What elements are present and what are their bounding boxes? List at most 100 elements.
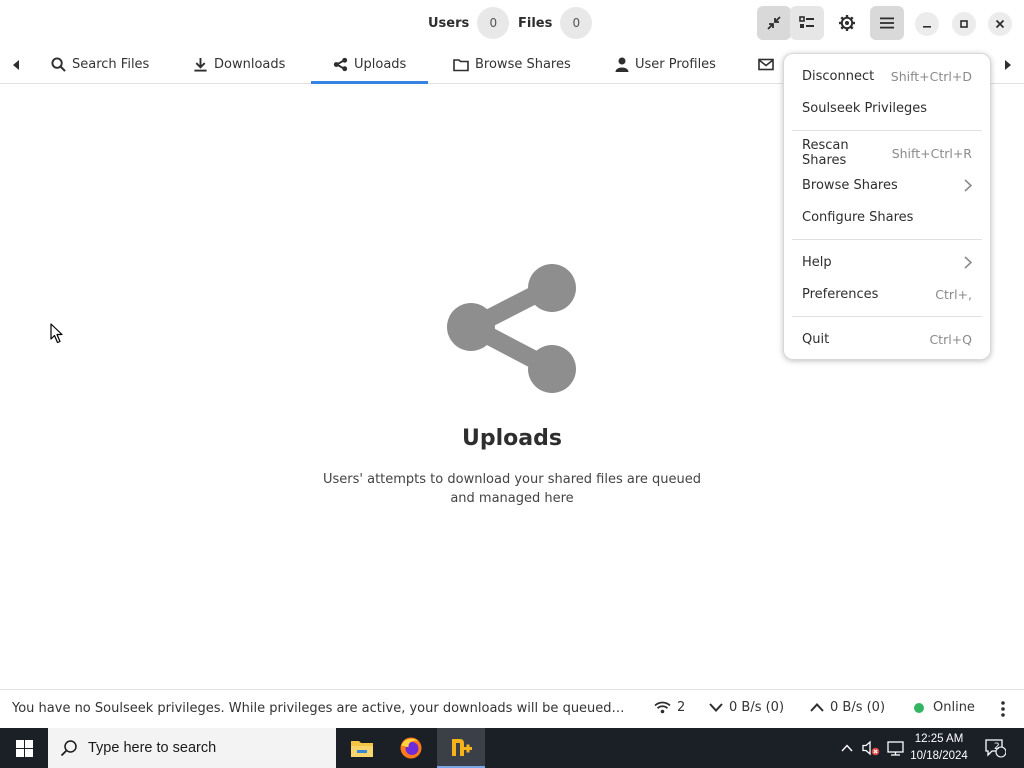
taskbar-nicotine[interactable] bbox=[437, 728, 485, 768]
show-hidden-icons-button[interactable] bbox=[838, 728, 856, 768]
menu-item-label: Configure Shares bbox=[802, 209, 914, 225]
tab-downloads[interactable]: Downloads bbox=[193, 46, 285, 83]
close-button[interactable] bbox=[988, 12, 1012, 36]
mail-icon bbox=[758, 58, 774, 71]
upload-speed-indicator[interactable]: 0 B/s (0) bbox=[810, 700, 885, 715]
menu-item-help[interactable]: Help bbox=[791, 246, 983, 278]
tab-user-profiles[interactable]: User Profiles bbox=[615, 46, 716, 83]
taskbar-clock[interactable]: 12:25 AM 10/18/2024 bbox=[904, 731, 974, 765]
tab-label: Search Files bbox=[72, 57, 150, 72]
collapse-arrows-icon bbox=[767, 16, 781, 30]
network-monitor-icon bbox=[886, 740, 904, 756]
menu-item-soulseek-privileges[interactable]: Soulseek Privileges bbox=[791, 92, 983, 124]
tab-private-chat[interactable] bbox=[758, 46, 774, 83]
status-bar-menu-button[interactable] bbox=[1000, 700, 1006, 718]
action-center-button[interactable]: 2 bbox=[978, 728, 1012, 768]
search-icon bbox=[60, 740, 77, 757]
menu-item-rescan-shares[interactable]: Rescan Shares Shift+Ctrl+R bbox=[791, 137, 983, 169]
preferences-button[interactable] bbox=[830, 6, 864, 40]
menu-separator bbox=[792, 239, 982, 240]
menu-item-label: Help bbox=[802, 254, 832, 270]
tabs-scroll-right-button[interactable] bbox=[1000, 57, 1016, 73]
menu-item-quit[interactable]: Quit Ctrl+Q bbox=[791, 323, 983, 355]
gear-icon bbox=[839, 15, 855, 31]
main-menu-button[interactable] bbox=[870, 6, 904, 40]
menu-item-configure-shares[interactable]: Configure Shares bbox=[791, 201, 983, 233]
list-view-button[interactable] bbox=[790, 6, 824, 40]
clock-time: 12:25 AM bbox=[914, 733, 964, 745]
menu-item-shortcut: Ctrl+Q bbox=[929, 331, 972, 347]
chevron-up-icon bbox=[841, 744, 853, 752]
menu-item-label: Rescan Shares bbox=[802, 138, 849, 168]
tab-browse-shares[interactable]: Browse Shares bbox=[453, 46, 571, 83]
main-menu-popover: Disconnect Shift+Ctrl+D Soulseek Privile… bbox=[783, 53, 991, 360]
users-counter: Users 0 bbox=[428, 7, 510, 39]
taskbar-search-box[interactable]: Type here to search bbox=[48, 728, 336, 768]
users-label: Users bbox=[428, 15, 470, 31]
windows-taskbar: Type here to search 12:25 AM 10/18/2024 … bbox=[0, 728, 1024, 768]
connections-count: 2 bbox=[677, 700, 686, 715]
speaker-muted-icon bbox=[862, 740, 880, 756]
chevron-down-icon bbox=[709, 703, 723, 712]
volume-tray-button[interactable] bbox=[860, 728, 882, 768]
clock-date: 10/18/2024 bbox=[910, 750, 968, 762]
header-bar: Users 0 Files 0 bbox=[0, 0, 1024, 46]
chevron-up-icon bbox=[810, 703, 824, 712]
menu-item-browse-shares[interactable]: Browse Shares bbox=[791, 169, 983, 201]
menu-item-label: Disconnect bbox=[802, 68, 875, 84]
status-bar: You have no Soulseek privileges. While p… bbox=[0, 689, 1024, 728]
notification-count-badge: 2 bbox=[994, 742, 1000, 752]
empty-state-title: Uploads bbox=[462, 426, 562, 451]
tab-search-files[interactable]: Search Files bbox=[51, 46, 149, 83]
list-icon bbox=[799, 16, 814, 28]
windows-logo-icon bbox=[15, 739, 33, 757]
minimize-button[interactable] bbox=[915, 12, 939, 36]
download-icon bbox=[194, 57, 207, 72]
close-icon bbox=[995, 19, 1005, 29]
compact-mode-button[interactable] bbox=[757, 6, 791, 40]
nicotine-window: Users 0 Files 0 Search Files Downloads U… bbox=[0, 0, 1024, 728]
empty-state-description: Users' attempts to download your shared … bbox=[323, 472, 701, 506]
tab-label: Uploads bbox=[354, 57, 407, 72]
maximize-icon bbox=[960, 20, 968, 28]
menu-item-preferences[interactable]: Preferences Ctrl+, bbox=[791, 278, 983, 310]
tab-uploads[interactable]: Uploads bbox=[310, 46, 429, 84]
share-icon bbox=[447, 264, 576, 393]
start-button[interactable] bbox=[0, 728, 48, 768]
menu-item-label: Quit bbox=[802, 331, 830, 347]
connection-status[interactable]: Online bbox=[914, 700, 975, 715]
menu-item-shortcut: Ctrl+, bbox=[935, 286, 972, 302]
menu-item-shortcut: Shift+Ctrl+D bbox=[890, 68, 972, 84]
download-speed: 0 B/s (0) bbox=[729, 700, 785, 715]
files-counter: Files 0 bbox=[518, 7, 593, 39]
menu-item-shortcut: Shift+Ctrl+R bbox=[891, 145, 972, 161]
download-speed-indicator[interactable]: 0 B/s (0) bbox=[709, 700, 784, 715]
more-vertical-icon bbox=[1001, 701, 1005, 717]
menu-separator bbox=[792, 130, 982, 131]
menu-item-disconnect[interactable]: Disconnect Shift+Ctrl+D bbox=[791, 60, 983, 92]
firefox-icon bbox=[400, 737, 422, 759]
folder-icon bbox=[453, 58, 469, 71]
online-status-dot bbox=[914, 702, 924, 713]
chevron-right-icon bbox=[964, 178, 972, 192]
share-icon bbox=[333, 57, 348, 72]
tab-label: Downloads bbox=[214, 57, 286, 72]
taskbar-firefox[interactable] bbox=[387, 728, 435, 768]
tab-label: Browse Shares bbox=[475, 57, 571, 72]
taskbar-search-placeholder: Type here to search bbox=[88, 740, 217, 756]
network-tray-button[interactable] bbox=[884, 728, 906, 768]
menu-item-label: Soulseek Privileges bbox=[802, 100, 927, 116]
tabs-scroll-left-button[interactable] bbox=[8, 57, 24, 73]
nicotine-plus-icon bbox=[452, 739, 472, 756]
chevron-right-icon bbox=[964, 255, 972, 269]
maximize-button[interactable] bbox=[952, 12, 976, 36]
status-label: Online bbox=[933, 700, 975, 715]
menu-separator bbox=[792, 316, 982, 317]
hamburger-menu-icon bbox=[880, 17, 894, 29]
menu-item-label: Preferences bbox=[802, 286, 879, 302]
taskbar-file-explorer[interactable] bbox=[338, 728, 386, 768]
users-count-badge: 0 bbox=[477, 7, 510, 39]
status-message: You have no Soulseek privileges. While p… bbox=[12, 701, 628, 716]
tab-label: User Profiles bbox=[635, 57, 716, 72]
connections-indicator[interactable]: 2 bbox=[654, 700, 685, 715]
